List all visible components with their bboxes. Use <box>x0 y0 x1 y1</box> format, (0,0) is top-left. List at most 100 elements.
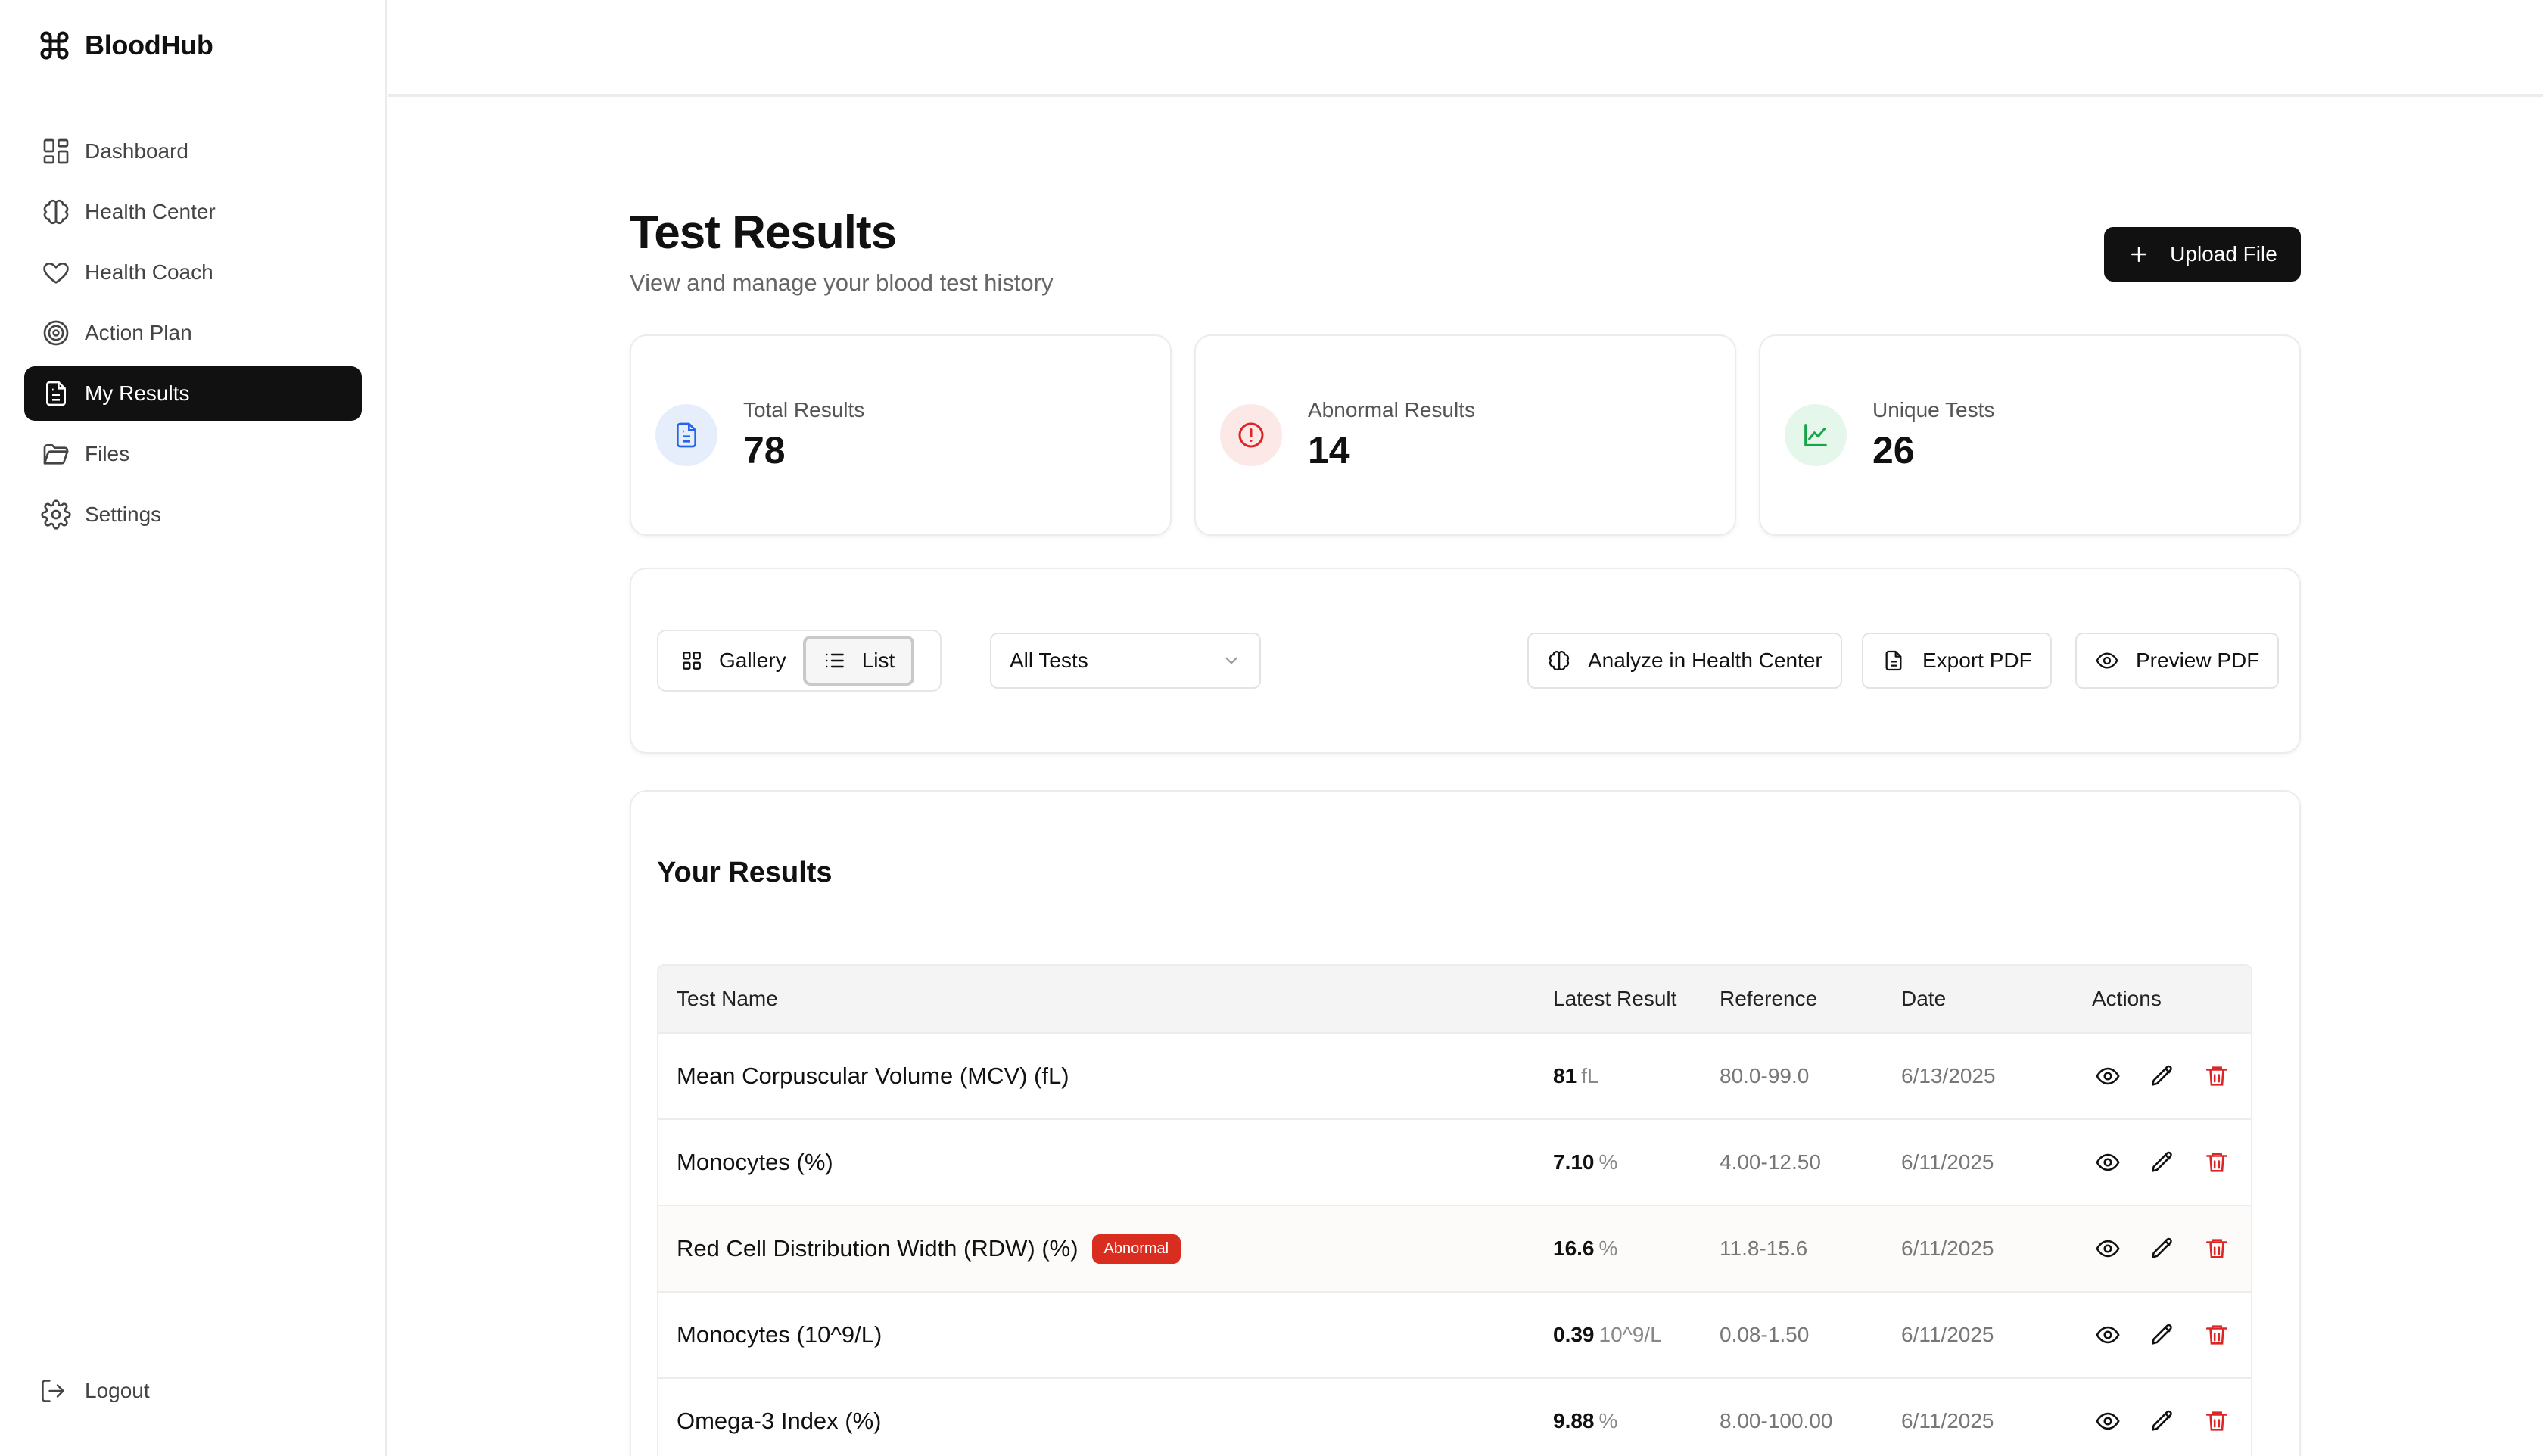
result-unit: % <box>1598 1237 1618 1260</box>
sidebar-item-label: Action Plan <box>85 321 192 344</box>
reference-range: 0.08-1.50 <box>1720 1323 1810 1346</box>
result-value: 7.10 <box>1553 1150 1595 1174</box>
edit-icon[interactable] <box>2146 1060 2178 1092</box>
reference-range: 8.00-100.00 <box>1720 1409 1833 1433</box>
eye-icon <box>2095 649 2119 673</box>
test-name: Omega-3 Index (%) <box>677 1408 882 1434</box>
edit-icon[interactable] <box>2146 1146 2178 1178</box>
edit-icon[interactable] <box>2146 1233 2178 1265</box>
view-toggle: Gallery List <box>657 630 942 692</box>
table-row[interactable]: Red Cell Distribution Width (RDW) (%) Ab… <box>658 1205 2251 1291</box>
sidebar-item-label: Health Coach <box>85 260 213 284</box>
preview-pdf-label: Preview PDF <box>2136 649 2260 672</box>
sidebar-item-action-plan[interactable]: Action Plan <box>24 306 362 360</box>
result-value: 9.88 <box>1553 1409 1595 1433</box>
stat-card-abnormal-results: Abnormal Results 14 <box>1194 334 1736 536</box>
stat-label: Unique Tests <box>1872 398 1995 422</box>
result-value: 0.39 <box>1553 1323 1595 1346</box>
reference-range: 4.00-12.50 <box>1720 1150 1821 1174</box>
view-icon[interactable] <box>2092 1060 2124 1092</box>
stat-label: Abnormal Results <box>1308 398 1475 422</box>
preview-pdf-button[interactable]: Preview PDF <box>2075 633 2280 689</box>
column-header-latest-result: Latest Result <box>1553 987 1677 1010</box>
stat-card-total-results: Total Results 78 <box>630 334 1172 536</box>
delete-icon[interactable] <box>2201 1319 2233 1351</box>
view-icon[interactable] <box>2092 1405 2124 1437</box>
result-date: 6/11/2025 <box>1901 1323 1994 1346</box>
test-filter-value: All Tests <box>1010 649 1088 672</box>
edit-icon[interactable] <box>2146 1405 2178 1437</box>
result-date: 6/11/2025 <box>1901 1150 1994 1174</box>
brand[interactable]: BloodHub <box>38 29 213 62</box>
view-icon[interactable] <box>2092 1146 2124 1178</box>
sidebar-item-label: Settings <box>85 502 162 526</box>
results-title: Your Results <box>657 857 833 888</box>
sidebar-item-dashboard[interactable]: Dashboard <box>24 124 362 179</box>
test-name: Monocytes (%) <box>677 1149 833 1175</box>
table-row[interactable]: Monocytes (%) 7.10% 4.00-12.50 6/11/2025 <box>658 1118 2251 1205</box>
view-icon[interactable] <box>2092 1319 2124 1351</box>
view-icon[interactable] <box>2092 1233 2124 1265</box>
grid-icon <box>41 136 71 166</box>
result-value: 81 <box>1553 1064 1577 1087</box>
document-icon <box>41 378 71 409</box>
document-icon <box>1882 649 1906 673</box>
logout-icon <box>39 1377 67 1405</box>
column-header-actions: Actions <box>2092 987 2162 1010</box>
sidebar-item-label: Files <box>85 442 130 465</box>
command-icon <box>38 29 71 62</box>
page-title: Test Results <box>630 207 897 259</box>
plus-icon <box>2127 243 2150 266</box>
abnormal-badge: Abnormal <box>1091 1234 1181 1264</box>
export-pdf-button[interactable]: Export PDF <box>1862 633 2052 689</box>
heart-icon <box>41 257 71 288</box>
sidebar-item-label: Dashboard <box>85 139 188 163</box>
result-unit: fL <box>1581 1064 1599 1087</box>
table-row[interactable]: Mean Corpuscular Volume (MCV) (fL) 81 fL … <box>658 1032 2251 1118</box>
results-card: Your Results Test Name Latest Result Ref… <box>630 790 2301 1456</box>
stat-value: 26 <box>1872 429 1915 471</box>
table-header: Test Name Latest Result Reference Date A… <box>658 966 2251 1032</box>
delete-icon[interactable] <box>2201 1146 2233 1178</box>
column-header-date: Date <box>1901 987 1947 1010</box>
toolbar-card: Gallery List All Tests Analyze in Health… <box>630 568 2301 754</box>
list-label: List <box>861 649 895 672</box>
result-value: 16.6 <box>1553 1237 1595 1260</box>
result-unit: % <box>1598 1150 1618 1174</box>
brand-name: BloodHub <box>85 30 213 61</box>
logout-button[interactable]: Logout <box>39 1377 150 1405</box>
delete-icon[interactable] <box>2201 1233 2233 1265</box>
stat-card-unique-tests: Unique Tests 26 <box>1759 334 2301 536</box>
result-date: 6/11/2025 <box>1901 1409 1994 1433</box>
delete-icon[interactable] <box>2201 1060 2233 1092</box>
list-view-button[interactable]: List <box>802 636 915 686</box>
table-row[interactable]: Omega-3 Index (%) 9.88% 8.00-100.00 6/11… <box>658 1377 2251 1456</box>
top-bar <box>388 0 2543 97</box>
test-filter-select[interactable]: All Tests <box>990 633 1261 689</box>
gear-icon <box>41 499 71 530</box>
analyze-health-center-button[interactable]: Analyze in Health Center <box>1527 633 1842 689</box>
result-date: 6/13/2025 <box>1901 1064 1996 1087</box>
reference-range: 11.8-15.6 <box>1720 1237 1808 1260</box>
gallery-view-button[interactable]: Gallery <box>663 636 803 686</box>
delete-icon[interactable] <box>2201 1405 2233 1437</box>
stat-label: Total Results <box>743 398 865 422</box>
analyze-label: Analyze in Health Center <box>1588 649 1822 672</box>
sidebar-item-health-center[interactable]: Health Center <box>24 185 362 239</box>
sidebar-item-files[interactable]: Files <box>24 427 362 481</box>
list-icon <box>823 649 847 673</box>
table-row[interactable]: Monocytes (10^9/L) 0.39 10^9/L 0.08-1.50 … <box>658 1291 2251 1377</box>
upload-file-button[interactable]: Upload File <box>2104 227 2301 282</box>
column-header-reference: Reference <box>1720 987 1818 1010</box>
brain-icon <box>1547 649 1571 673</box>
edit-icon[interactable] <box>2146 1319 2178 1351</box>
reference-range: 80.0-99.0 <box>1720 1064 1810 1087</box>
sidebar-item-my-results[interactable]: My Results <box>24 366 362 421</box>
page-subtitle: View and manage your blood test history <box>630 269 1054 296</box>
result-unit: 10^9/L <box>1598 1323 1662 1346</box>
grid-icon <box>680 649 704 673</box>
sidebar-item-health-coach[interactable]: Health Coach <box>24 245 362 300</box>
sidebar-item-label: Health Center <box>85 200 216 223</box>
test-name: Red Cell Distribution Width (RDW) (%) <box>677 1235 1079 1262</box>
sidebar-item-settings[interactable]: Settings <box>24 487 362 542</box>
